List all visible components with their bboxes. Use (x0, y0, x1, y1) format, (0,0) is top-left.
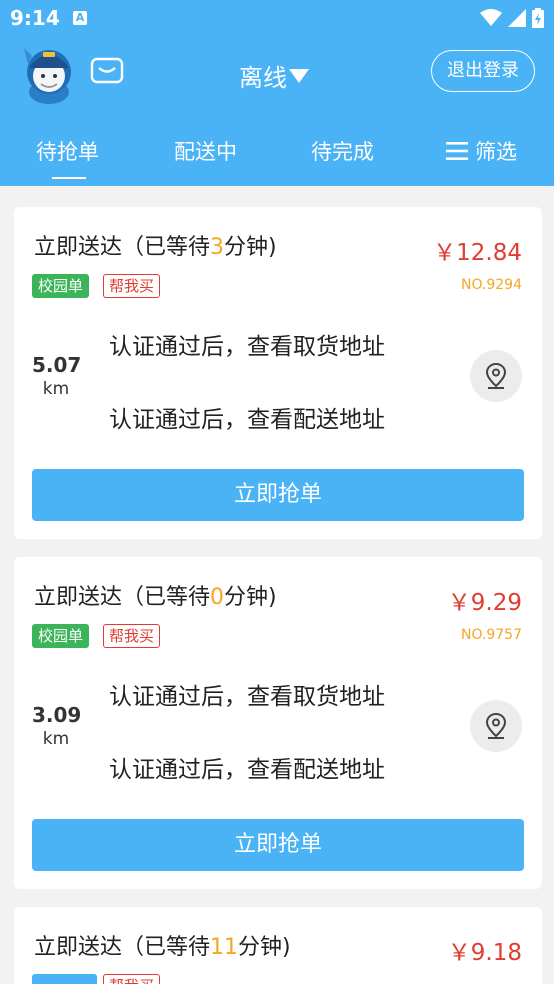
signal-icon (508, 9, 526, 27)
order-title: 立即送达（已等待3分钟) (34, 229, 277, 261)
tab-to-complete[interactable]: 待完成 (311, 136, 374, 166)
location-pin-icon (485, 362, 507, 389)
order-tag (32, 974, 97, 984)
order-price: ￥12.84 (433, 240, 522, 266)
tab-delivering[interactable]: 配送中 (174, 136, 237, 166)
status-bar: 9:14 A (0, 0, 554, 38)
tab-filter-label: 筛选 (475, 140, 517, 164)
delivery-address: 认证通过后，查看配送地址 (109, 407, 385, 433)
order-number: NO.9294 (460, 277, 522, 293)
order-title-suffix: 分钟) (224, 235, 277, 260)
pickup-address: 认证通过后，查看取货地址 (109, 334, 385, 360)
buy-for-me-tag: 帮我买 (103, 624, 161, 648)
order-title: 立即送达（已等待0分钟) (34, 579, 277, 611)
location-pin-icon (485, 712, 507, 739)
order-title-suffix: 分钟) (224, 585, 277, 610)
order-card: 立即送达（已等待0分钟) ￥9.29 校园单 帮我买 NO.9757 3.09 … (14, 557, 542, 889)
order-tabs: 待抢单 配送中 待完成 筛选 (0, 128, 554, 186)
wifi-icon (480, 9, 502, 26)
wait-minutes: 11 (210, 935, 239, 960)
distance: 5.07 km (32, 353, 82, 399)
order-title-suffix: 分钟) (238, 935, 291, 960)
battery-icon (532, 8, 544, 28)
distance-unit: km (42, 379, 70, 399)
tab-filter[interactable]: 筛选 (446, 136, 517, 166)
map-button[interactable] (470, 700, 522, 752)
courier-avatar-icon[interactable] (22, 42, 76, 104)
distance: 3.09 km (32, 703, 82, 749)
order-title-prefix: 立即送达（已等待 (34, 935, 211, 960)
tab-pending[interactable]: 待抢单 (36, 136, 99, 166)
logout-button[interactable]: 退出登录 (431, 50, 535, 92)
active-tab-underline (52, 177, 86, 179)
online-status-label: 离线 (239, 64, 287, 92)
grab-order-button[interactable]: 立即抢单 (32, 819, 524, 871)
distance-value: 3.09 (32, 703, 82, 727)
notification-a-icon: A (73, 11, 87, 25)
distance-value: 5.07 (32, 353, 82, 377)
map-button[interactable] (470, 350, 522, 402)
order-title: 立即送达（已等待11分钟) (34, 929, 291, 961)
order-title-prefix: 立即送达（已等待 (34, 585, 211, 610)
triangle-down-icon (289, 68, 309, 83)
online-status-dropdown[interactable]: 离线 (239, 58, 309, 93)
order-card: 立即送达（已等待11分钟) ￥9.18 帮我买 (14, 907, 542, 984)
order-number: NO.9757 (460, 627, 522, 643)
wait-minutes: 3 (210, 235, 225, 260)
message-icon[interactable] (90, 56, 124, 84)
order-price: ￥9.18 (447, 940, 522, 966)
wait-minutes: 0 (210, 585, 225, 610)
pickup-address: 认证通过后，查看取货地址 (109, 684, 385, 710)
campus-tag: 校园单 (32, 274, 90, 298)
menu-icon (446, 142, 468, 160)
buy-for-me-tag: 帮我买 (103, 974, 161, 984)
grab-order-button[interactable]: 立即抢单 (32, 469, 524, 521)
distance-unit: km (42, 729, 70, 749)
app-header: 离线 退出登录 (0, 38, 554, 112)
order-title-prefix: 立即送达（已等待 (34, 235, 211, 260)
order-card: 立即送达（已等待3分钟) ￥12.84 校园单 帮我买 NO.9294 5.07… (14, 207, 542, 539)
status-time: 9:14 (10, 6, 60, 30)
status-icons (480, 8, 544, 28)
order-price: ￥9.29 (447, 590, 522, 616)
buy-for-me-tag: 帮我买 (103, 274, 161, 298)
delivery-address: 认证通过后，查看配送地址 (109, 757, 385, 783)
campus-tag: 校园单 (32, 624, 90, 648)
